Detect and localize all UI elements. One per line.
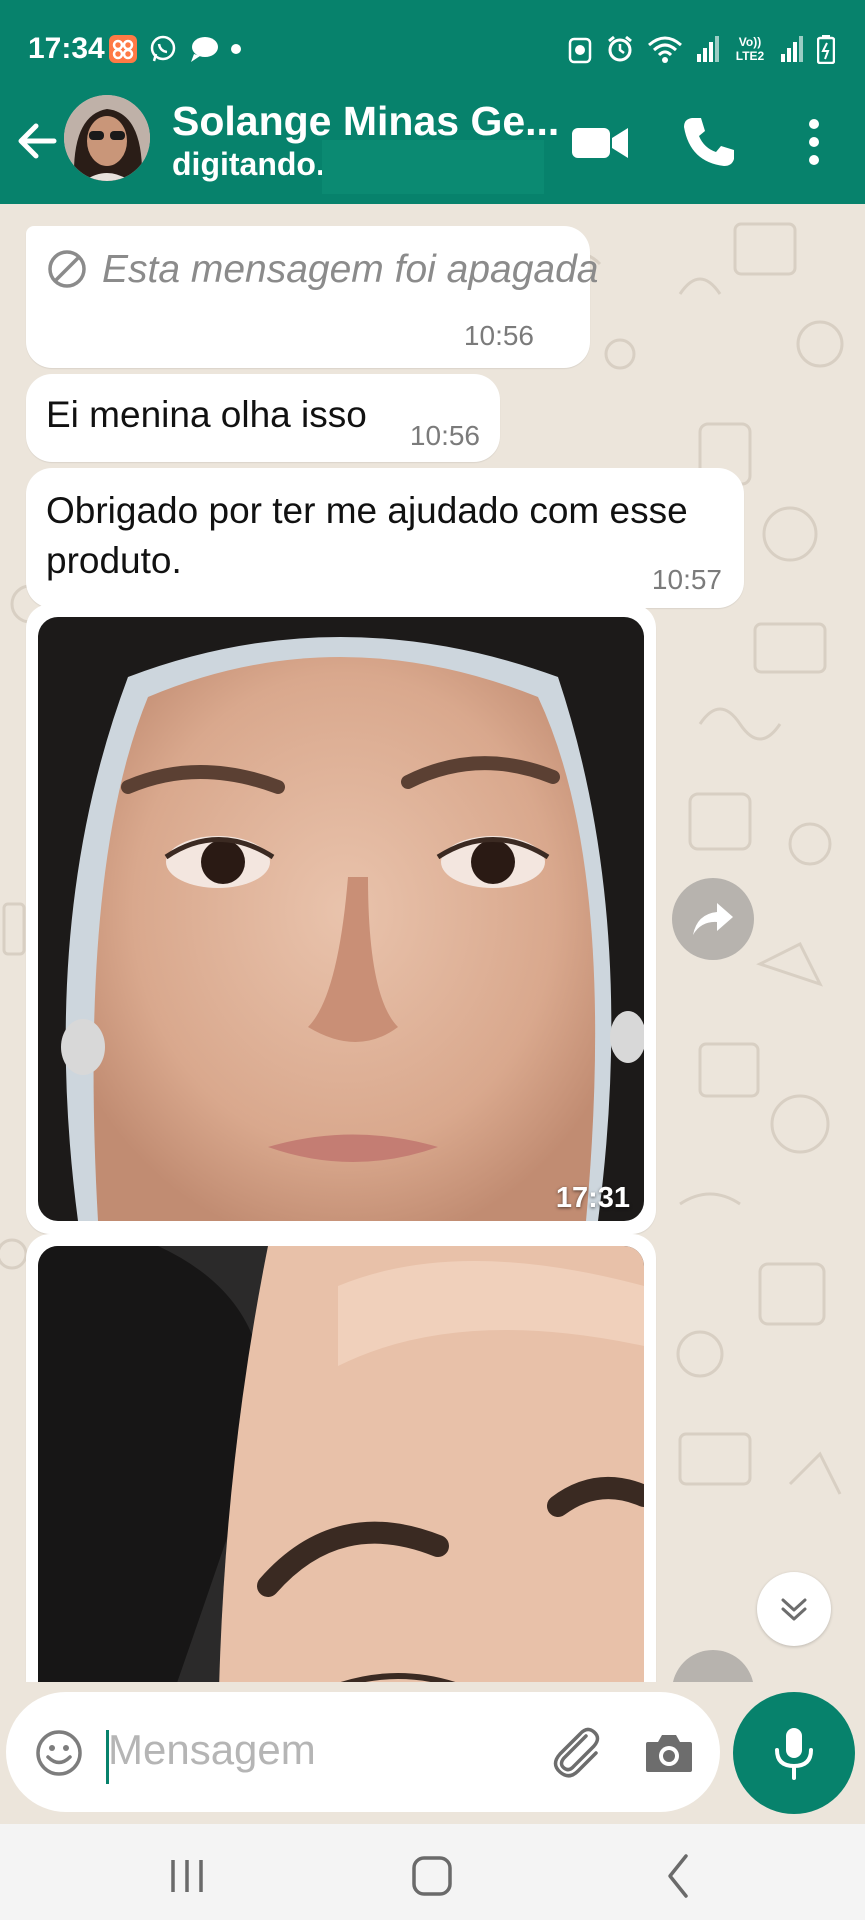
message-time: 10:56 (409, 420, 480, 451)
chat-bubble-icon (191, 37, 218, 62)
system-icons: Vo)) LTE2 (567, 34, 835, 64)
system-navigation-bar (0, 1824, 865, 1920)
video-call-icon[interactable] (568, 110, 632, 174)
double-chevron-down-icon (781, 1598, 807, 1621)
battery-saver-icon (568, 37, 592, 64)
attach-clip-icon[interactable] (546, 1722, 606, 1782)
back-nav-icon[interactable] (648, 1846, 708, 1906)
message-time: 10:57 (651, 564, 722, 595)
photo-eyebrow[interactable] (38, 1246, 644, 1682)
signal-2-icon (781, 36, 803, 62)
message-bubble[interactable]: Ei menina olha isso 10:56 (26, 374, 500, 462)
signal-icon (697, 36, 719, 62)
emoji-icon[interactable] (34, 1728, 84, 1778)
camera-icon[interactable] (642, 1726, 696, 1780)
wifi-icon (648, 36, 682, 63)
contact-name[interactable]: Solange Minas Ge... (172, 98, 559, 145)
blocked-icon (48, 250, 86, 288)
scroll-to-bottom-button[interactable] (757, 1572, 831, 1646)
battery-icon (817, 35, 835, 64)
deleted-message-text: Esta mensagem foi apagada (102, 248, 599, 291)
notification-icons (108, 34, 242, 64)
message-input-field[interactable]: Mensagem (6, 1692, 720, 1812)
redacted-block (322, 140, 544, 194)
app-notification-icon (109, 35, 137, 63)
status-bar: 17:34 Vo)) LTE2 (0, 0, 865, 98)
image-time: 17:31 (555, 1182, 630, 1214)
chat-area[interactable]: Esta mensagem foi apagada 10:56 Ei menin… (0, 204, 865, 1682)
avatar[interactable] (64, 95, 150, 181)
chat-header: Solange Minas Ge... digitando... (0, 95, 865, 204)
alarm-icon (608, 35, 632, 62)
typing-status: digitando... (172, 146, 343, 182)
forward-icon (693, 903, 733, 935)
voice-message-button[interactable] (733, 1692, 855, 1814)
avatar-image (64, 95, 150, 181)
message-time: 10:56 (463, 320, 534, 351)
forward-button[interactable] (672, 878, 754, 960)
more-options-icon[interactable] (782, 110, 846, 174)
back-arrow-icon[interactable] (14, 118, 60, 164)
message-composer: Mensagem (0, 1682, 865, 1824)
voice-call-icon[interactable] (676, 110, 740, 174)
network-label: Vo)) LTE2 (735, 35, 765, 63)
message-text: Ei menina olha isso (46, 394, 367, 435)
home-icon[interactable] (402, 1846, 462, 1906)
image-message-bubble[interactable]: 17:31 (26, 604, 656, 1234)
microphone-icon (775, 1728, 813, 1780)
whatsapp-icon (150, 35, 176, 62)
message-placeholder: Mensagem (108, 1726, 316, 1773)
photo-face[interactable]: 17:31 (38, 617, 644, 1221)
image-message-bubble[interactable] (26, 1234, 656, 1682)
face-photo-image (38, 617, 644, 1221)
status-time: 17:34 (28, 32, 105, 65)
message-bubble-deleted[interactable]: Esta mensagem foi apagada 10:56 (26, 226, 599, 368)
message-bubble[interactable]: Obrigado por ter me ajudado com esse pro… (26, 468, 744, 608)
dot-icon (231, 44, 241, 54)
eyebrow-photo-image (38, 1246, 644, 1682)
message-text: Obrigado por ter me ajudado com esse pro… (46, 490, 688, 581)
recent-apps-icon[interactable] (157, 1846, 217, 1906)
